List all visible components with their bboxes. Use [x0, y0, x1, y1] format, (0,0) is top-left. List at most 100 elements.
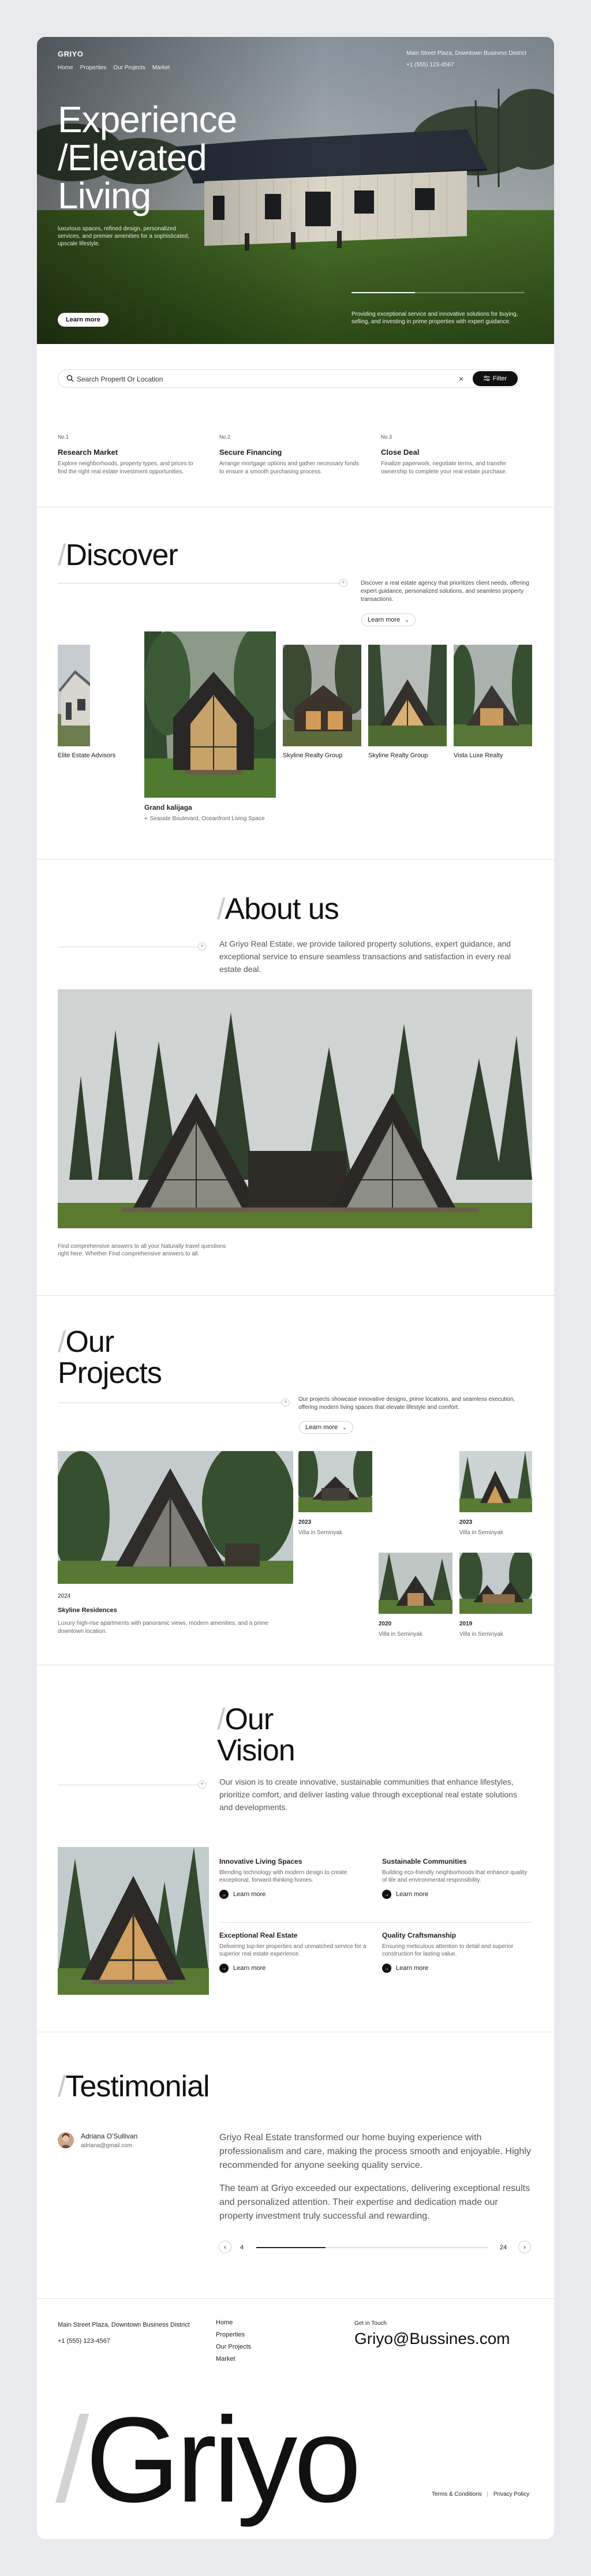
projects-description: Our projects showcase innovative designs…: [298, 1396, 515, 1411]
plus-icon: +: [198, 1781, 206, 1789]
step-description: Explore neighborhoods, property types, a…: [58, 461, 193, 475]
project-description: Luxury high-rise apartments with panoram…: [58, 1620, 269, 1635]
projects-learn-more-label: Learn more: [305, 1424, 338, 1431]
nav-links: Home Properties Our Projects Market: [58, 65, 170, 71]
plus-icon: +: [198, 943, 206, 951]
chevron-down-icon: ⌄: [342, 1425, 347, 1430]
vision-title: /Our Vision: [217, 1703, 296, 1766]
project-image[interactable]: [379, 1553, 452, 1614]
projects-title-line-1: /Our: [58, 1325, 114, 1359]
legal-separator: |: [487, 2491, 489, 2498]
hero-headline-line-3: Living: [58, 175, 151, 216]
prev-button[interactable]: ‹: [219, 2241, 231, 2253]
property-caption: Skyline Realty Group: [368, 752, 428, 759]
hero-headline: Experience /Elevated Living: [58, 100, 237, 215]
brand-logo[interactable]: GRIYO: [58, 50, 83, 58]
project-year: 2023: [459, 1519, 473, 1526]
footer-address: Main Street Plaza, Downtown Business Dis…: [58, 2321, 190, 2328]
featured-property-location-text: Seaside Boulevard, Oceanfront Living Spa…: [149, 816, 265, 822]
property-image[interactable]: [58, 645, 90, 746]
header-phone[interactable]: +1 (555) 123-4567: [406, 61, 533, 69]
footer-phone[interactable]: +1 (555) 123-4567: [58, 2338, 110, 2345]
project-image-featured[interactable]: [58, 1451, 293, 1584]
property-image[interactable]: [368, 645, 447, 746]
nav-market[interactable]: Market: [152, 65, 170, 71]
filter-button[interactable]: Filter: [473, 371, 518, 386]
project-name: Villa in Seminyak: [298, 1530, 342, 1536]
title-slash: /: [58, 539, 66, 572]
project-image[interactable]: [298, 1451, 372, 1512]
property-caption: Elite Estate Advisors: [58, 752, 116, 759]
search-input[interactable]: Search Propertt Or Location: [77, 375, 163, 383]
privacy-link[interactable]: Privacy Policy: [493, 2491, 529, 2498]
step-card: No.2 Secure Financing Arrange mortgage o…: [219, 434, 381, 476]
footer-legal: Terms & Conditions | Privacy Policy: [432, 2491, 529, 2498]
feature-title: Exceptional Real Estate: [219, 1931, 298, 1939]
feature-learn-more-link[interactable]: → Learn more: [382, 1964, 532, 1973]
wordmark-slash: /: [55, 2392, 89, 2528]
arrow-right-icon: →: [219, 1964, 229, 1973]
wordmark-text: Griyo: [85, 2392, 361, 2528]
feature-learn-more-link[interactable]: → Learn more: [219, 1890, 369, 1899]
property-image[interactable]: [283, 645, 361, 746]
arrow-right-icon: →: [219, 1890, 229, 1899]
feature-title: Quality Craftsmanship: [382, 1931, 457, 1939]
step-title: Secure Financing: [219, 448, 282, 457]
step-title: Research Market: [58, 448, 118, 457]
vision-description: Our vision is to create innovative, sust…: [219, 1777, 517, 1812]
footer-link-properties[interactable]: Properties: [216, 2331, 251, 2338]
vision-title-line-1: /Our: [217, 1703, 274, 1736]
feature-learn-more-link[interactable]: → Learn more: [219, 1964, 369, 1973]
feature-description: Ensuring meticulous attention to detail …: [382, 1943, 514, 1957]
location-pin-icon: ⌖: [144, 816, 148, 822]
about-title-text: About us: [225, 892, 339, 926]
footer-touch-label: Get in Touch: [354, 2320, 387, 2327]
hero-section: GRIYO Home Properties Our Projects Marke…: [37, 37, 554, 344]
nav-our-projects[interactable]: Our Projects: [113, 65, 145, 71]
discover-title: /Discover: [58, 540, 178, 571]
discover-learn-more-label: Learn more: [368, 616, 401, 623]
clear-icon[interactable]: ×: [459, 374, 463, 383]
arrow-right-icon: →: [382, 1964, 391, 1973]
nav-properties[interactable]: Properties: [80, 65, 107, 71]
projects-learn-more-button[interactable]: Learn more ⌄: [299, 1421, 353, 1434]
about-footnote: Find comprehensive answers to all your N…: [58, 1243, 226, 1257]
project-image[interactable]: [459, 1451, 532, 1512]
step-title: Close Deal: [381, 448, 420, 457]
arrow-right-icon: →: [382, 1890, 391, 1899]
hero-headline-line-1: Experience: [58, 99, 237, 140]
step-number: No.3: [381, 434, 392, 440]
discover-learn-more-button[interactable]: Learn more ⌄: [361, 614, 416, 626]
testimonial-progress-fill: [256, 2247, 326, 2248]
footer-link-our-projects[interactable]: Our Projects: [216, 2343, 251, 2350]
project-name: Villa in Seminyak: [459, 1530, 503, 1536]
search-bar: Search Propertt Or Location × Filter: [58, 369, 519, 388]
footer-link-home[interactable]: Home: [216, 2319, 251, 2326]
feature-description: Blending technology with modern design t…: [219, 1870, 347, 1883]
project-name: Villa in Seminyak: [379, 1631, 422, 1637]
hero-progress-bar: [351, 292, 525, 293]
property-image[interactable]: [454, 645, 532, 746]
title-slash: /: [58, 2070, 66, 2103]
title-slash: /: [217, 892, 225, 926]
project-image[interactable]: [459, 1553, 532, 1614]
footer-email[interactable]: Griyo@Bussines.com: [354, 2330, 510, 2348]
hero-note: Providing exceptional service and innova…: [351, 311, 518, 325]
discover-title-text: Discover: [65, 539, 178, 572]
feature-title: Sustainable Communities: [382, 1857, 467, 1865]
next-button[interactable]: ›: [518, 2241, 531, 2253]
hero-learn-more-button[interactable]: Learn more: [58, 313, 109, 327]
terms-link[interactable]: Terms & Conditions: [432, 2491, 482, 2498]
nav-home[interactable]: Home: [58, 65, 73, 71]
testimonial-quote-1: Griyo Real Estate transformed our home b…: [219, 2133, 531, 2170]
feature-learn-more-link[interactable]: → Learn more: [382, 1890, 532, 1899]
projects-title: /Our Projects: [58, 1326, 162, 1389]
project-year: 2019: [459, 1621, 473, 1627]
property-image-featured[interactable]: [144, 631, 276, 798]
vision-image: [58, 1847, 209, 1995]
footer-wordmark: /Griyo: [55, 2399, 361, 2521]
project-year: 2024: [58, 1593, 71, 1599]
search-icon: [66, 375, 74, 382]
footer-link-market[interactable]: Market: [216, 2356, 251, 2362]
vision-feature: Exceptional Real Estate Delivering top-t…: [219, 1931, 369, 1973]
